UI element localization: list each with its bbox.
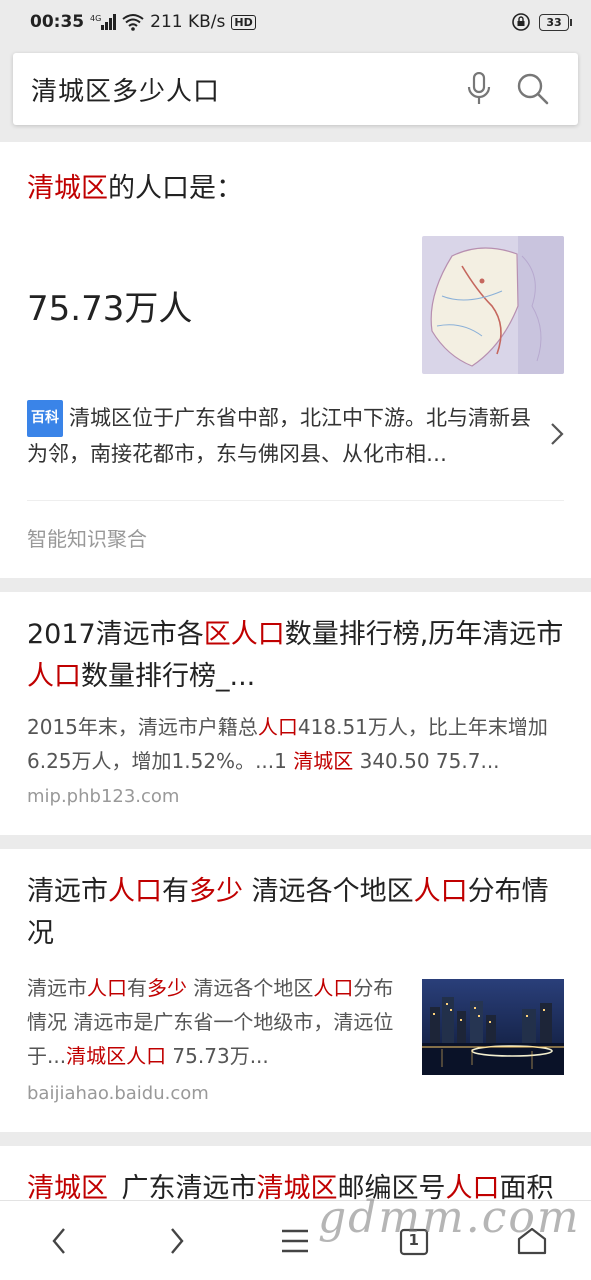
snippet-highlight: 多少: [147, 976, 187, 1000]
network-speed: 211 KB/s: [150, 12, 226, 32]
wifi-icon: [122, 13, 144, 31]
search-icon[interactable]: [506, 62, 560, 116]
result-title-highlight: 人口: [27, 661, 81, 692]
snippet-highlight: 清城区: [293, 749, 354, 773]
hd-icon: HD: [231, 14, 256, 30]
result-url: mip.phb123.com: [27, 786, 180, 807]
snippet-segment: 清远市: [27, 976, 87, 1000]
result-title-highlight: 清城区: [27, 1173, 108, 1200]
forward-icon[interactable]: [147, 1211, 207, 1271]
battery-level: 33: [546, 15, 562, 29]
menu-icon[interactable]: [265, 1211, 325, 1271]
summary-text: 百科 清城区位于广东省中部，北江中下游。北与清新县为邻，南接花都市，东与佛冈县、从…: [27, 400, 534, 472]
svg-text:4G: 4G: [90, 14, 101, 23]
result-title-segment: 数量排行榜,历年清远市: [284, 619, 564, 650]
rotation-lock-icon: [511, 12, 531, 32]
result-body: 清远市人口有多少 清远各个地区人口分布情况 清远市是广东省一个地级市，清远位于.…: [27, 971, 564, 1075]
search-input[interactable]: 清城区多少人口: [31, 71, 452, 108]
answer-title-rest: 的人口是：: [108, 173, 243, 204]
search-result[interactable]: 2017清远市各区人口数量排行榜,历年清远市人口数量排行榜_... 2015年末…: [0, 592, 591, 835]
city-night-thumbnail[interactable]: [422, 979, 564, 1075]
answer-title-highlight: 清城区: [27, 173, 108, 204]
cellular-signal-icon: 4G: [90, 13, 117, 31]
answer-value: 75.73万人: [27, 288, 193, 329]
snippet-segment: 340.50 75.7...: [353, 749, 500, 773]
result-title[interactable]: 清远市人口有多少 清远各个地区人口分布情况: [27, 849, 564, 955]
result-title-highlight: 人口: [413, 876, 468, 907]
snippet-segment: 有: [127, 976, 147, 1000]
result-snippet: 清远市人口有多少 清远各个地区人口分布情况 清远市是广东省一个地级市，清远位于.…: [27, 971, 422, 1075]
encyclopedia-summary[interactable]: 百科 清城区位于广东省中部，北江中下游。北与清新县为邻，南接花都市，东与佛冈县、从…: [27, 400, 564, 472]
result-title-highlight: 多少: [189, 876, 243, 907]
clock: 00:35: [30, 12, 85, 32]
microphone-icon[interactable]: [452, 62, 506, 116]
battery-icon: 33: [539, 13, 572, 31]
result-snippet: 2015年末，清远市户籍总人口418.51万人，比上年末增加6.25万人，增加1…: [27, 710, 564, 778]
result-title-segment: 清远市: [27, 876, 108, 907]
snippet-segment: 75.73万...: [166, 1044, 269, 1068]
result-title-highlight: 人口: [108, 876, 162, 907]
snippet-segment: 清远各个地区: [187, 976, 314, 1000]
search-header: 清城区多少人口: [0, 44, 591, 140]
snippet-highlight: 人口: [313, 976, 354, 1000]
answer-title: 清城区的人口是：: [27, 142, 564, 212]
snippet-highlight: 人口: [257, 715, 298, 739]
result-title-segment: _广东清远市: [108, 1173, 257, 1200]
baike-badge: 百科: [27, 400, 63, 437]
result-title-segment: 有: [162, 876, 189, 907]
answer-card[interactable]: 清城区的人口是： 75.73万人 百科清城区位于广东省中部，北江中下游。北与清: [0, 142, 591, 578]
result-title[interactable]: 2017清远市各区人口数量排行榜,历年清远市人口数量排行榜_...: [27, 592, 564, 698]
search-result[interactable]: 清远市人口有多少 清远各个地区人口分布情况 清远市人口有多少 清远各个地区人口分…: [0, 849, 591, 1132]
result-title-segment: 2017清远市各: [27, 619, 204, 650]
back-icon[interactable]: [29, 1211, 89, 1271]
summary-body: 清城区位于广东省中部，北江中下游。北与清新县为邻，南接花都市，东与佛冈县、从化市…: [27, 406, 531, 466]
result-url: baijiahao.baidu.com: [27, 1083, 209, 1104]
result-title-segment: 数量排行榜_...: [81, 661, 256, 692]
snippet-segment: 2015年末，清远市户籍总: [27, 715, 258, 739]
source-note: 智能知识聚合: [27, 527, 147, 551]
result-title-segment: 清远各个地区: [243, 876, 414, 907]
status-bar: 00:35 4G 211 KB/s HD 33: [0, 0, 591, 44]
snippet-highlight: 清城区人口: [66, 1044, 167, 1068]
snippet-highlight: 人口: [87, 976, 127, 1000]
map-thumbnail[interactable]: [422, 236, 564, 374]
site-watermark: gdmm.com: [318, 1192, 581, 1243]
result-title-highlight: 区人口: [203, 619, 285, 650]
answer-row: 75.73万人: [27, 232, 564, 378]
chevron-right-icon[interactable]: [534, 422, 564, 450]
results-feed: 清城区的人口是： 75.73万人 百科清城区位于广东省中部，北江中下游。北与清: [0, 142, 591, 1200]
search-box[interactable]: 清城区多少人口: [13, 53, 578, 125]
